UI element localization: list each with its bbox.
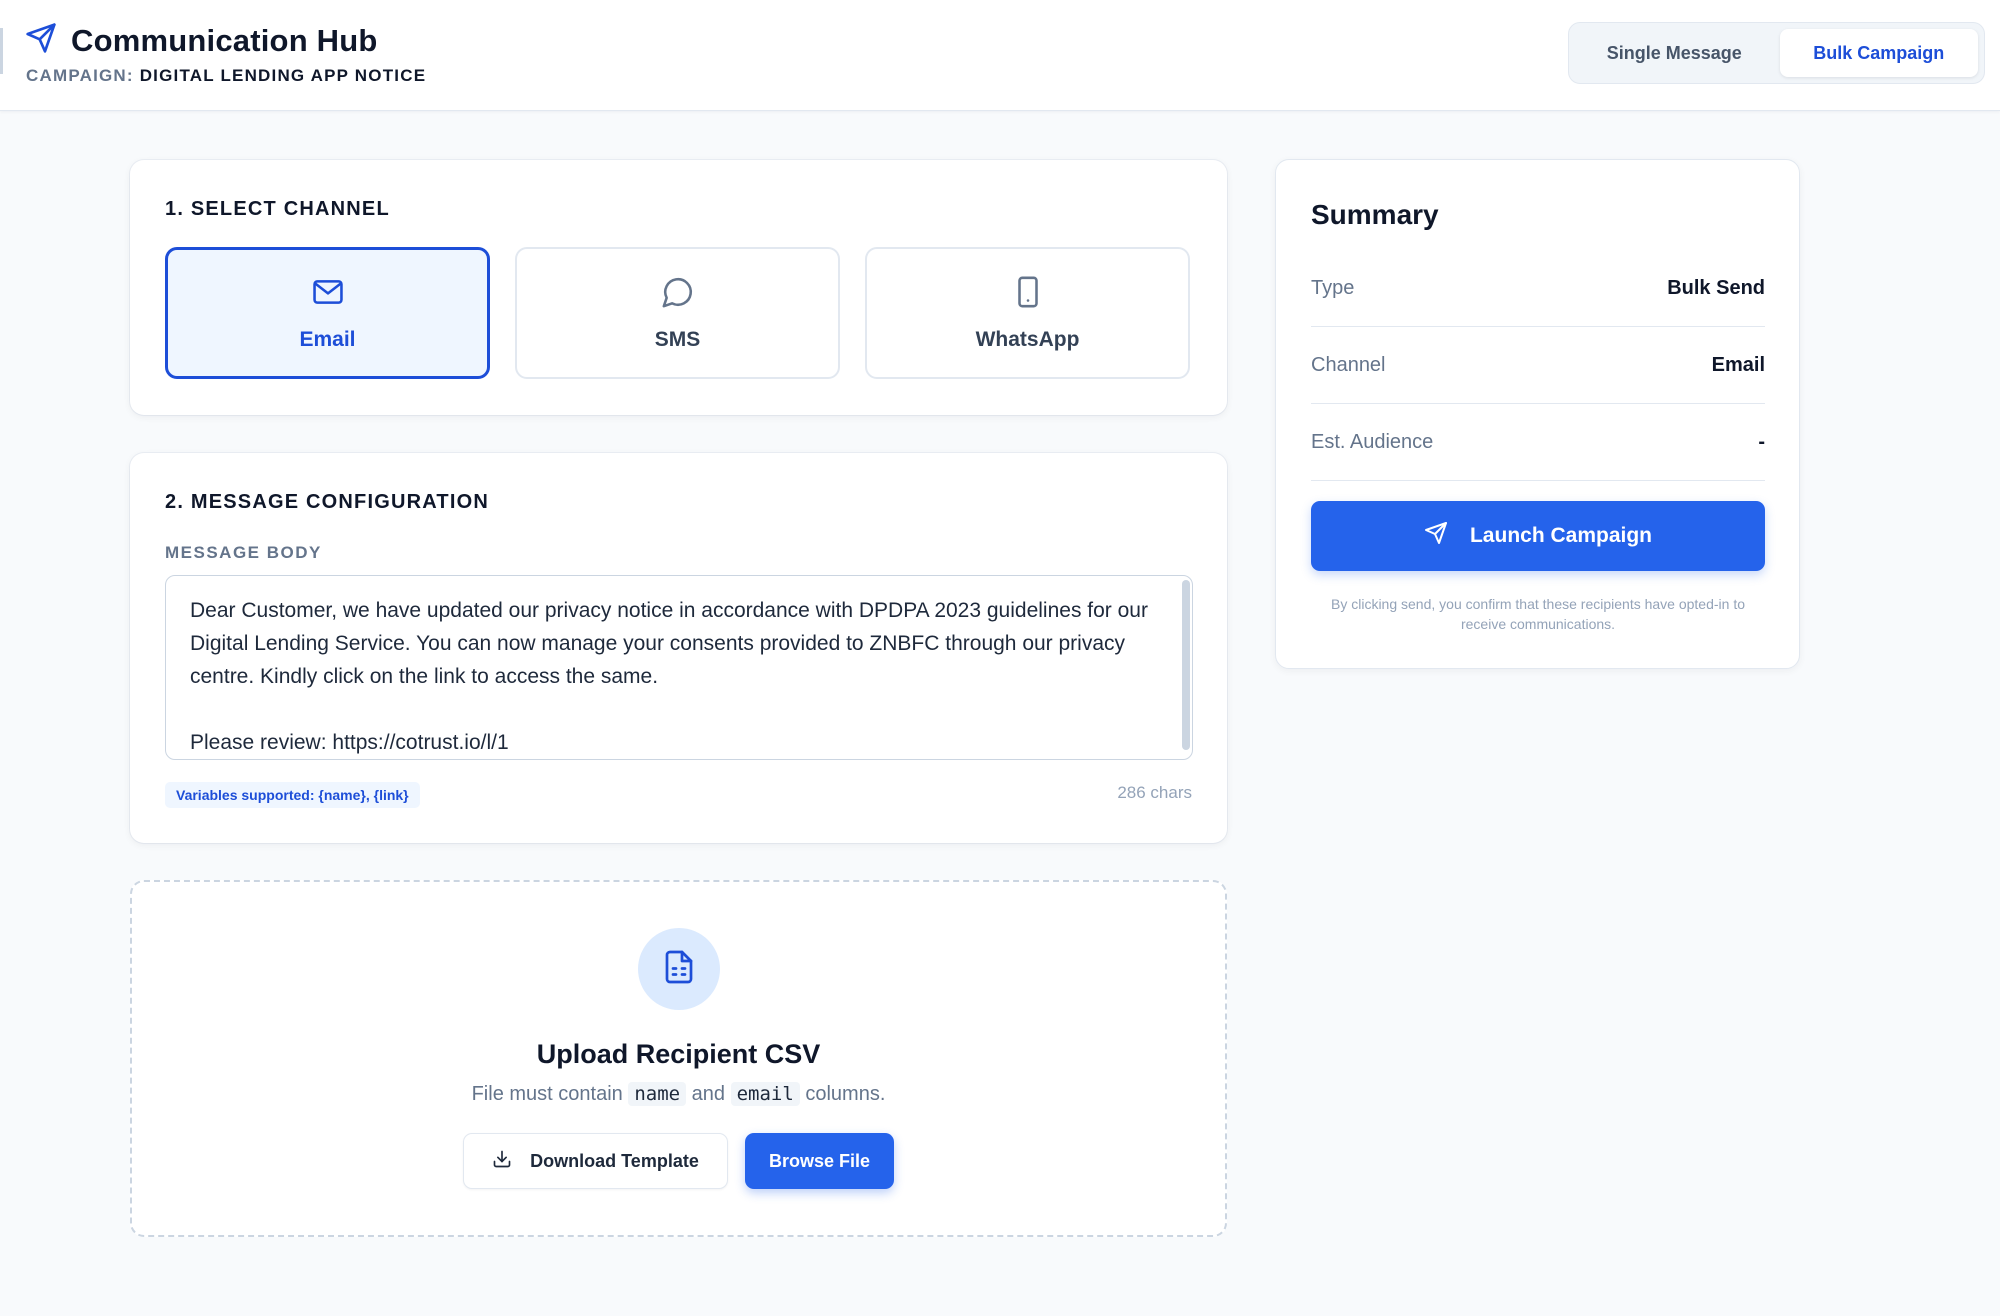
- desc-prefix: File must contain: [471, 1083, 623, 1105]
- desc-and: and: [691, 1083, 726, 1105]
- message-body-label: MESSAGE BODY: [165, 543, 322, 562]
- file-spreadsheet-icon: [661, 949, 697, 990]
- message-section-title: 2. MESSAGE CONFIGURATION: [165, 491, 490, 513]
- upload-description: File must contain name and email columns…: [132, 1082, 1225, 1106]
- channel-card: 1. SELECT CHANNEL Email SMS WhatsApp: [130, 160, 1227, 415]
- upload-actions: Download Template Browse File: [463, 1133, 894, 1189]
- campaign-name: DIGITAL LENDING APP NOTICE: [139, 66, 427, 85]
- app-title-row: Communication Hub: [25, 22, 378, 59]
- top-header: Communication Hub CAMPAIGN: DIGITAL LEND…: [0, 0, 2000, 111]
- channel-label: SMS: [654, 327, 701, 351]
- channel-option-email[interactable]: Email: [165, 247, 490, 379]
- send-icon: [25, 22, 57, 59]
- app-title: Communication Hub: [71, 22, 378, 58]
- summary-row-channel: Channel Email: [1311, 327, 1765, 404]
- campaign-label: CAMPAIGN: DIGITAL LENDING APP NOTICE: [26, 66, 426, 86]
- summary-key: Channel: [1311, 353, 1386, 376]
- channel-option-whatsapp[interactable]: WhatsApp: [865, 247, 1190, 379]
- mail-icon: [311, 275, 345, 314]
- sidebar-edge: [0, 28, 3, 74]
- mode-switcher: Single Message Bulk Campaign: [1568, 22, 1985, 84]
- summary-row-audience: Est. Audience -: [1311, 404, 1765, 481]
- chat-bubble-icon: [661, 275, 695, 314]
- column-email-code: email: [730, 1082, 800, 1106]
- channel-label: Email: [299, 327, 356, 351]
- scrollbar-thumb[interactable]: [1182, 580, 1190, 750]
- send-icon: [1424, 521, 1448, 551]
- message-card: 2. MESSAGE CONFIGURATION MESSAGE BODY De…: [130, 453, 1227, 843]
- download-icon: [492, 1149, 512, 1174]
- download-template-label: Download Template: [530, 1150, 699, 1171]
- channel-label: WhatsApp: [975, 327, 1080, 351]
- download-template-button[interactable]: Download Template: [463, 1133, 728, 1189]
- upload-title: Upload Recipient CSV: [536, 1039, 821, 1069]
- upload-icon-circle: [638, 928, 720, 1010]
- textarea-scrollbar[interactable]: [1182, 580, 1190, 756]
- mobile-phone-icon: [1011, 275, 1045, 314]
- campaign-key: CAMPAIGN:: [26, 66, 134, 85]
- tab-single-message[interactable]: Single Message: [1575, 29, 1774, 77]
- variables-badge: Variables supported: {name}, {link}: [165, 782, 420, 808]
- summary-value: Email: [1711, 353, 1765, 376]
- summary-title: Summary: [1311, 199, 1439, 230]
- desc-suffix: columns.: [805, 1083, 886, 1105]
- launch-campaign-button[interactable]: Launch Campaign: [1311, 501, 1765, 571]
- summary-key: Est. Audience: [1311, 430, 1434, 453]
- summary-key: Type: [1311, 276, 1355, 299]
- summary-card: Summary Type Bulk Send Channel Email Est…: [1275, 159, 1800, 669]
- channel-option-sms[interactable]: SMS: [515, 247, 840, 379]
- summary-value: -: [1758, 430, 1765, 453]
- launch-campaign-label: Launch Campaign: [1469, 524, 1653, 547]
- channel-options: Email SMS WhatsApp: [165, 247, 1190, 379]
- message-body-text[interactable]: Dear Customer, we have updated our priva…: [190, 594, 1150, 759]
- upload-dropzone[interactable]: Upload Recipient CSV File must contain n…: [130, 880, 1227, 1237]
- browse-file-button[interactable]: Browse File: [745, 1133, 894, 1189]
- tab-bulk-campaign[interactable]: Bulk Campaign: [1779, 29, 1978, 77]
- opt-in-disclaimer: By clicking send, you confirm that these…: [1331, 596, 1745, 632]
- summary-value: Bulk Send: [1667, 276, 1765, 299]
- message-body-textarea[interactable]: Dear Customer, we have updated our priva…: [165, 575, 1193, 760]
- column-name-code: name: [628, 1082, 687, 1106]
- char-count: 286 chars: [1117, 783, 1192, 802]
- summary-row-type: Type Bulk Send: [1311, 250, 1765, 327]
- channel-section-title: 1. SELECT CHANNEL: [165, 198, 390, 220]
